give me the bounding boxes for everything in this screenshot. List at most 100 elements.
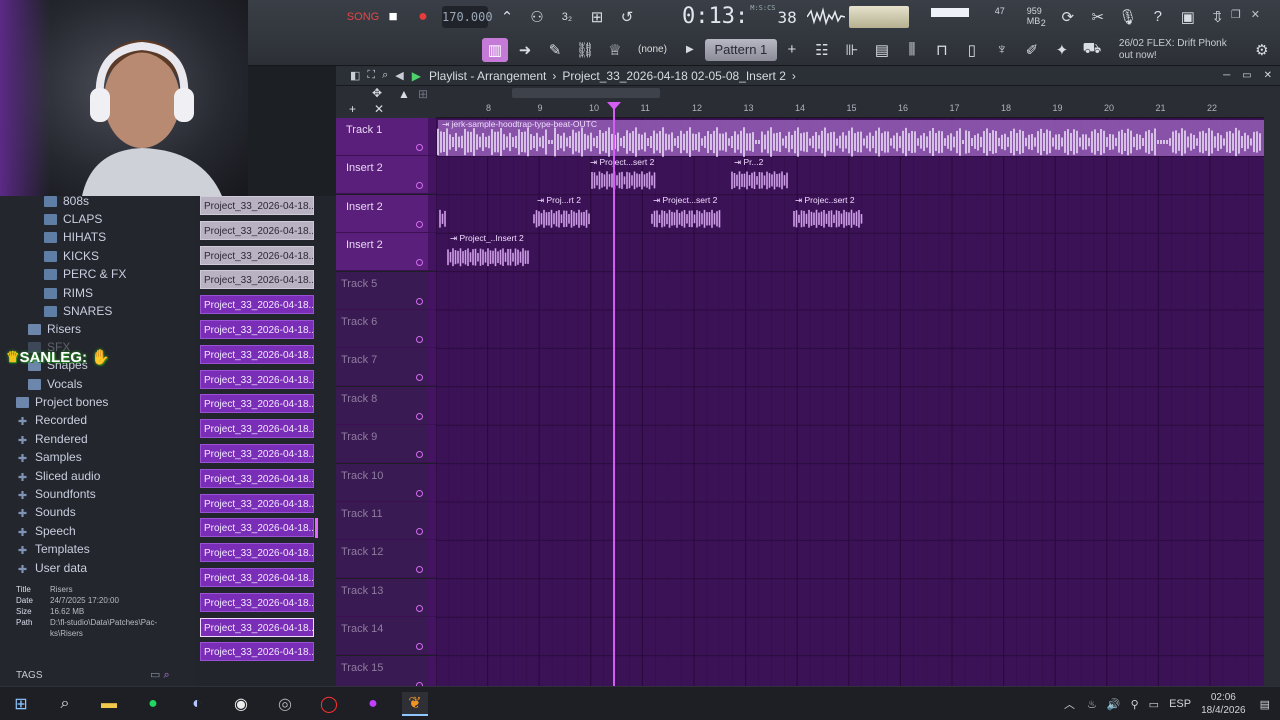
piano-roll-icon[interactable]: ⊪ [839,38,865,62]
delete-track-icon[interactable]: ✕ [374,102,384,116]
opera-icon[interactable]: ◯ [316,692,342,716]
track-mute-led-icon[interactable] [416,336,423,343]
maximize-icon[interactable]: ❐ [1231,8,1241,21]
browser-item[interactable]: ✚ Sliced audio [16,467,101,485]
playlist-snap-icon[interactable]: ▥ [482,37,508,62]
file-explorer-icon[interactable]: ▬ [96,692,122,716]
cut-icon[interactable]: ✂ [1085,5,1111,29]
news-ticker[interactable]: 26/02 FLEX: Drift Phonk out now! [1119,38,1247,62]
minimize-icon[interactable]: ─ [1213,8,1221,21]
tray-audio-icon[interactable]: 🔊 [1107,698,1121,711]
loop-record-icon[interactable]: ↺ [614,5,640,29]
browser-item[interactable]: Vocals [28,375,82,393]
mixer-small-icon[interactable]: ⊞ [418,87,428,101]
add-track-icon[interactable]: + [349,102,356,116]
browser-item[interactable]: Risers [28,320,81,338]
close-icon[interactable]: ✕ [1251,8,1260,21]
chrome-icon[interactable]: ◎ [272,692,298,716]
track-mute-led-icon[interactable] [416,566,423,574]
browser-item[interactable]: ✚ Samples [16,448,82,466]
track-mute-led-icon[interactable] [416,144,423,151]
clip-list-item[interactable]: Project_33_2026-04-18... [200,444,314,463]
clip-list-item[interactable]: Project_33_2026-04-18... [200,320,314,339]
settings-icon[interactable]: ⚙ [1249,38,1275,62]
arrangement-grid[interactable]: ⇥ jerk-sample-hoodtrap-type-beat-OUTC ⇥ P… [436,118,1264,686]
track-header[interactable]: Track 11 [336,502,436,540]
playlist-icon[interactable]: ▤ [869,38,895,62]
link-icon[interactable]: ⛓ [572,38,598,62]
track-header[interactable]: Insert 2 [336,194,436,233]
clip-list-item[interactable]: Project_33_2026-04-18... [200,518,314,538]
browser-item[interactable]: RIMS [44,284,93,302]
horizontal-scrollbar[interactable] [512,88,660,98]
track-header[interactable]: Track 7 [336,348,436,387]
save-icon[interactable]: ▣ [1175,5,1201,29]
tray-chevron-icon[interactable]: ︿ [1064,696,1075,712]
browser-item[interactable]: ✚ Sounds [16,503,76,521]
clip-list-item[interactable]: Project_33_2026-04-18... [200,344,314,364]
tray-network-icon[interactable]: ⚲ [1131,698,1139,711]
mixer-icon[interactable]: ⫼ [899,38,925,62]
vertical-scrollbar[interactable] [1264,86,1280,686]
clip-list-item[interactable]: Project_33_2026-04-18... [200,468,314,488]
channel-rack-icon[interactable]: ☷ [809,38,835,62]
stamp-icon[interactable]: ♕ [602,38,628,62]
track-header[interactable]: Track 1 [336,118,436,156]
track-mute-led-icon[interactable] [416,259,423,267]
pattern-song-toggle[interactable]: SONG [347,5,379,29]
browser-item[interactable]: ✚ Recorded [16,411,87,429]
track-header[interactable]: Insert 2 [336,156,436,195]
cart-icon[interactable]: ⛟ [1079,38,1105,62]
fl-studio-icon[interactable]: ❦ [402,692,428,716]
track-mute-led-icon[interactable] [416,489,423,497]
collapse-icon[interactable]: ▲ [398,87,410,101]
pattern-selector[interactable]: Pattern 1 [704,38,777,61]
blend-notes-icon[interactable]: ⊞ [584,5,610,29]
wait-input-icon[interactable]: ⚇ [524,5,550,29]
track-mute-led-icon[interactable] [416,412,423,420]
track-header[interactable]: Track 8 [336,386,436,425]
clip-list-item[interactable]: Project_33_2026-04-18... [200,568,314,587]
tray-battery-icon[interactable]: ▭ [1149,698,1159,711]
browser-item[interactable]: ✚ Templates [16,540,90,558]
browser-item[interactable]: HIHATS [44,228,106,246]
playlist-clip-label[interactable]: ⇥ Pr...2 [734,157,763,168]
tools-icon[interactable]: ✐ [1019,38,1045,62]
playlist-clip-label[interactable]: ⇥ jerk-sample-hoodtrap-type-beat-OUTC [442,119,597,130]
spotify-icon[interactable]: ● [140,692,166,716]
arrow-right-icon[interactable]: ➜ [512,38,538,62]
browser-item[interactable]: Project bones [16,393,108,411]
track-header[interactable]: Track 10 [336,463,436,502]
track-header[interactable]: Track 5 [336,271,436,310]
track-mute-led-icon[interactable] [416,297,423,305]
clip-list-item[interactable]: Project_33_2026-04-18... [200,369,314,389]
mic-icon[interactable]: 🎙 [1115,5,1141,29]
clip-list-item[interactable]: Project_33_2026-04-18... [200,642,314,662]
tag-folder-icon[interactable]: ▭ [150,669,160,681]
track-header[interactable]: Track 13 [336,578,436,617]
playlist-clip-label[interactable]: ⇥ Projec..sert 2 [795,195,855,206]
browser-app-icon[interactable]: ◐ [184,692,210,716]
browser-item[interactable]: SNARES [44,302,112,320]
browser-item[interactable]: KICKS [44,247,99,265]
search-icon[interactable]: ⌕ [52,692,78,716]
browser-item[interactable]: ✚ Rendered [16,430,88,448]
clip-list-item[interactable]: Project_33_2026-04-18... [200,196,314,215]
track-header[interactable]: Track 12 [336,540,436,579]
tray-language[interactable]: ESP [1169,698,1191,710]
playlist-clip-label[interactable]: ⇥ Proj...rt 2 [537,195,581,206]
browser-item[interactable]: ✚ Soundfonts [16,485,96,503]
tray-mic-icon[interactable]: ♨ [1087,698,1097,711]
record-icon[interactable]: ● [410,5,436,29]
track-mute-led-icon[interactable] [416,374,423,382]
browser-item[interactable]: PERC & FX [44,265,126,283]
magnifier-icon[interactable]: ⌕ [382,69,388,82]
playlist-close-icon[interactable]: ✕ [1264,70,1272,81]
track-header[interactable]: Track 14 [336,617,436,656]
clip-list-item[interactable]: Project_33_2026-04-18... [200,394,314,414]
pencil-icon[interactable]: ✎ [542,38,568,62]
add-pattern-icon[interactable]: + [779,38,805,62]
track-header[interactable]: Track 6 [336,310,436,348]
plugin-icon[interactable]: ♆ [989,38,1015,62]
playhead-line[interactable] [613,104,615,686]
